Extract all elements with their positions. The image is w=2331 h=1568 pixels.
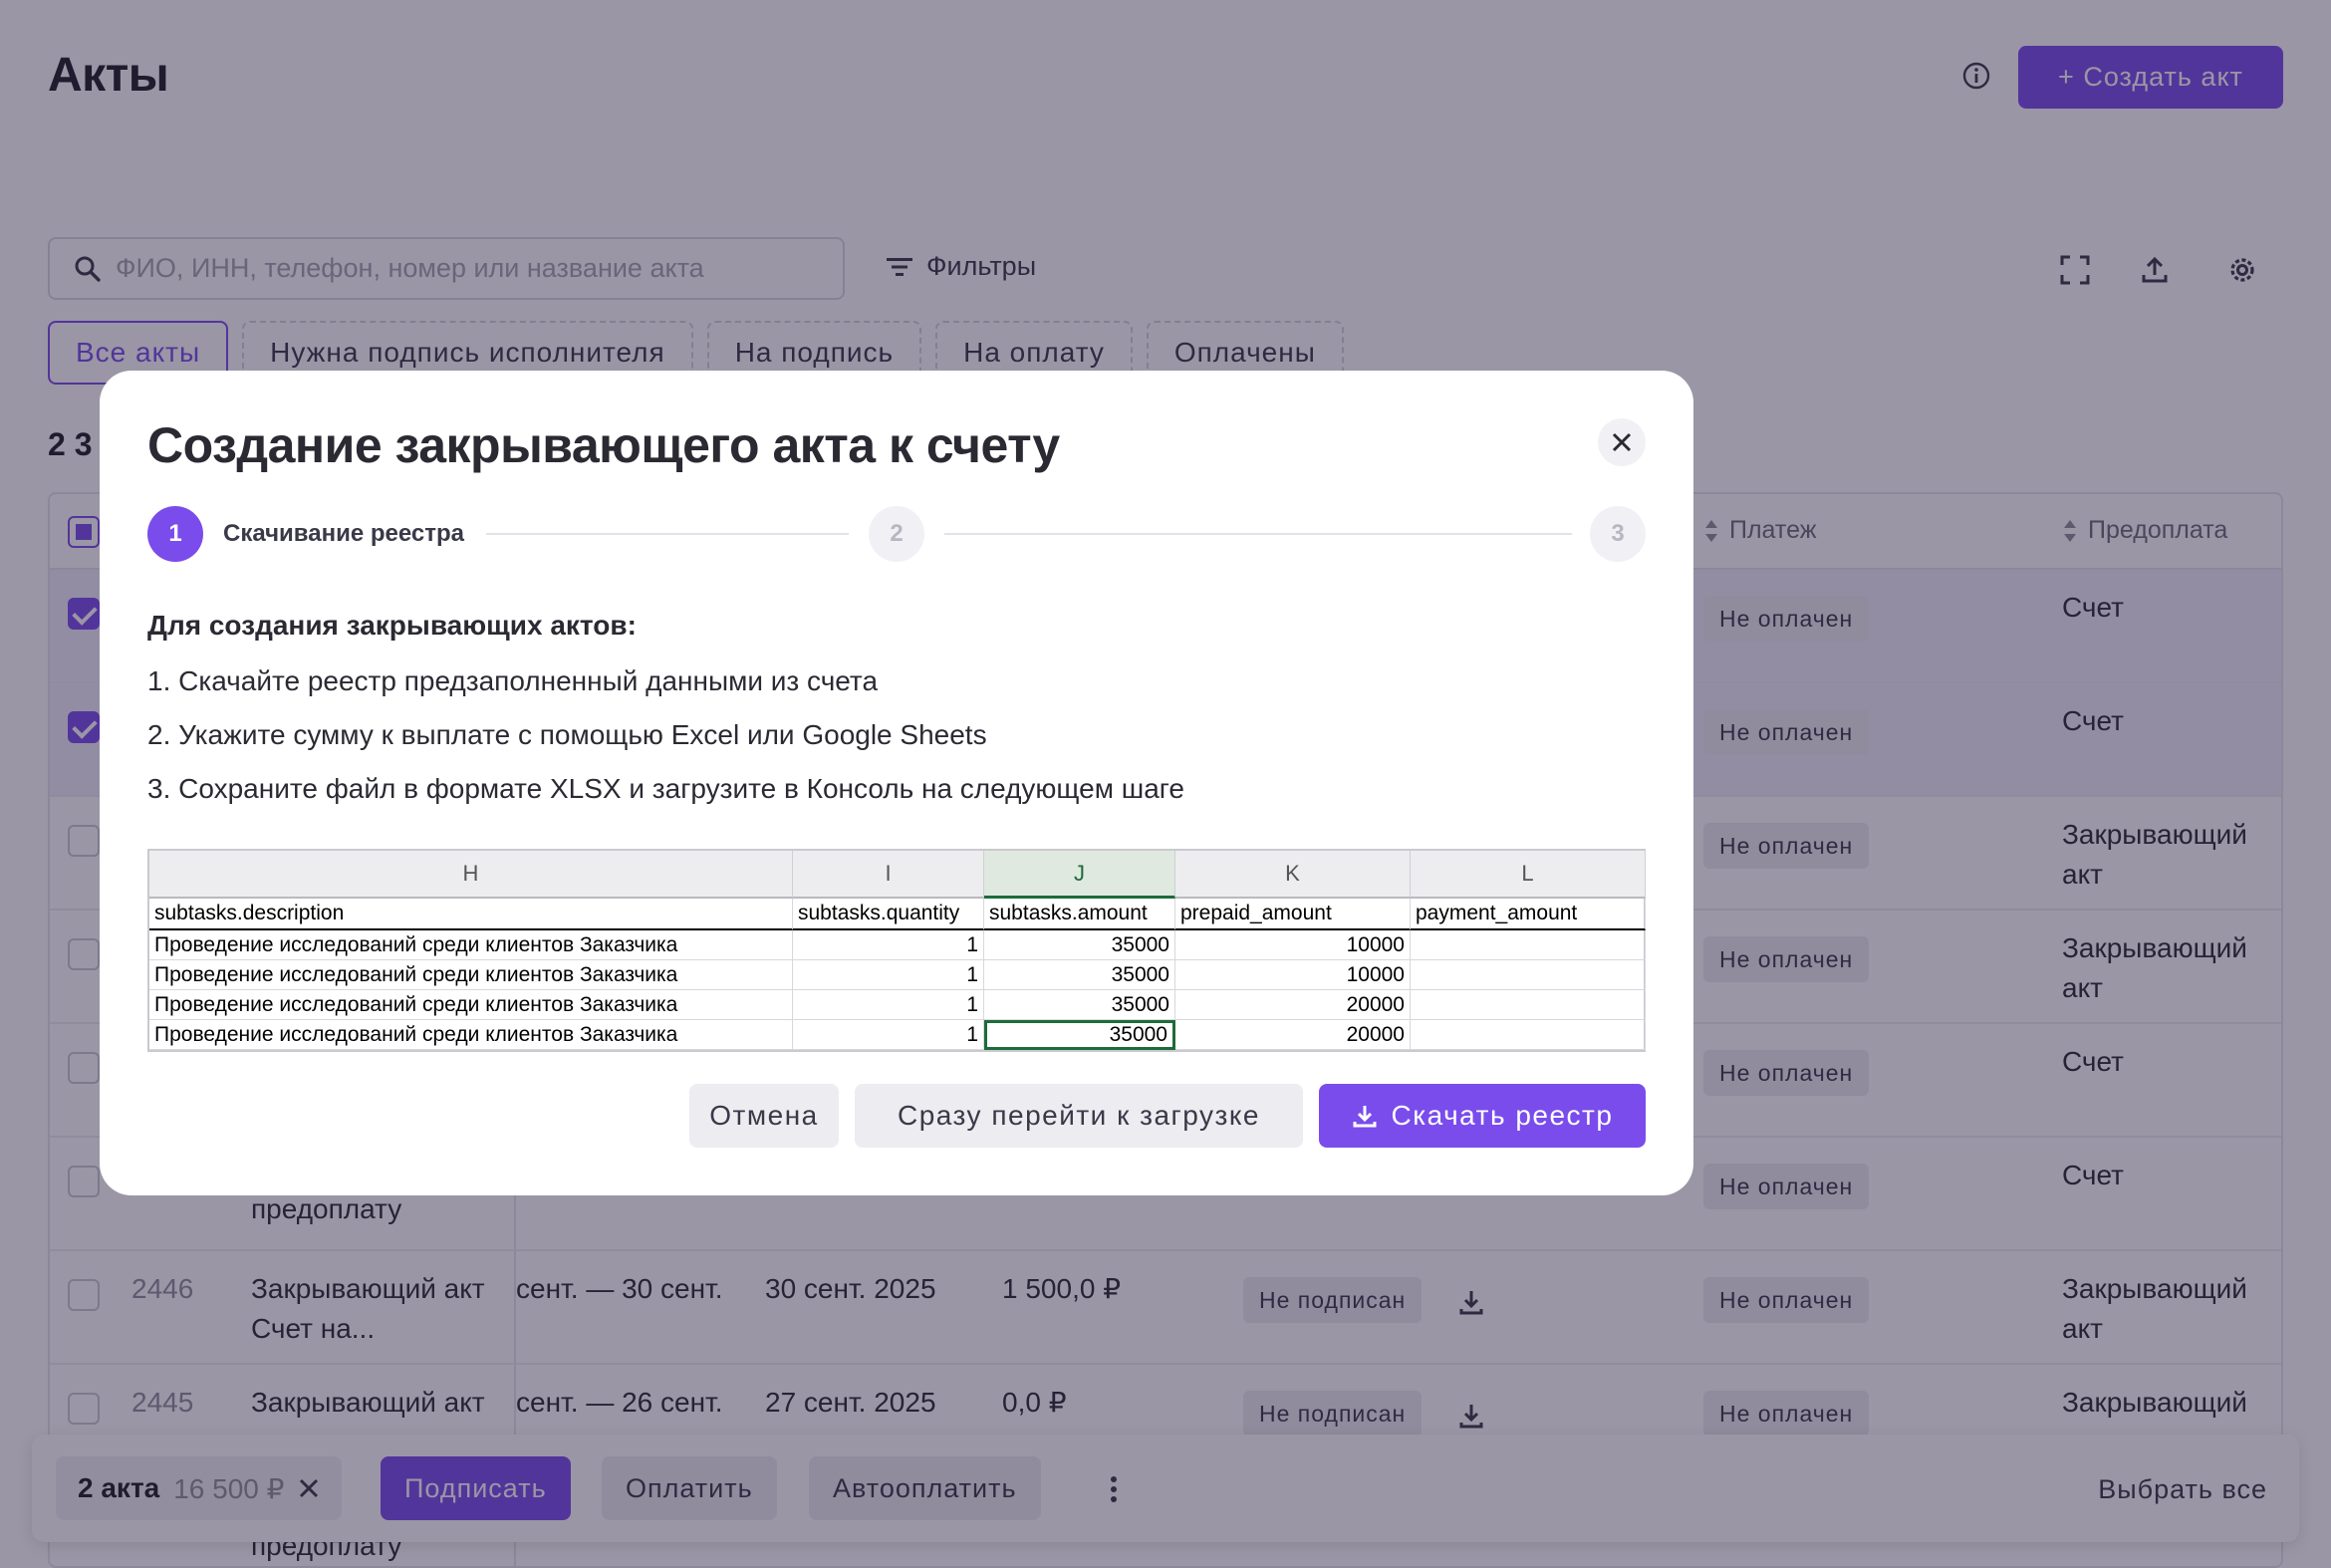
sheet-cell-active: 35000	[984, 1020, 1175, 1050]
download-registry-button[interactable]: Скачать реестр	[1319, 1084, 1646, 1148]
sheet-cell: Проведение исследований среди клиентов З…	[149, 930, 793, 960]
sheet-cell: 10000	[1175, 930, 1411, 960]
sheet-cell: 1	[793, 960, 984, 990]
sheet-header-cell: payment_amount	[1411, 899, 1646, 930]
instruction-item: 3. Сохраните файл в формате XLSX и загру…	[147, 773, 1184, 804]
column-letter: H	[149, 851, 793, 899]
sheet-cell	[1411, 960, 1646, 990]
sheet-cell: Проведение исследований среди клиентов З…	[149, 1020, 793, 1050]
sheet-cell	[1411, 990, 1646, 1020]
instruction-item: 1. Скачайте реестр предзаполненный данны…	[147, 665, 879, 696]
sheet-header-cell: subtasks.amount	[984, 899, 1175, 930]
skip-to-upload-button[interactable]: Сразу перейти к загрузке	[855, 1084, 1303, 1148]
create-closing-act-modal: Создание закрывающего акта к счету 1 Ска…	[100, 371, 1693, 1195]
column-letter: L	[1411, 851, 1646, 899]
sheet-cell: 1	[793, 1020, 984, 1050]
step-connector	[486, 533, 849, 535]
step-2-indicator: 2	[869, 506, 924, 562]
modal-title: Создание закрывающего акта к счету	[147, 417, 1060, 473]
sheet-cell: Проведение исследований среди клиентов З…	[149, 990, 793, 1020]
sheet-cell	[1411, 930, 1646, 960]
instructions: Для создания закрывающих актов: 1. Скача…	[147, 610, 1646, 827]
sheet-cell: Проведение исследований среди клиентов З…	[149, 960, 793, 990]
column-letter: I	[793, 851, 984, 899]
close-button[interactable]	[1598, 418, 1646, 466]
sheet-cell: 35000	[984, 960, 1175, 990]
step-1-indicator: 1	[147, 506, 203, 562]
sheet-cell: 20000	[1175, 990, 1411, 1020]
column-letter: J	[984, 851, 1175, 899]
download-icon	[1353, 1106, 1377, 1128]
stepper: 1 Скачивание реестра 2 3	[147, 506, 1646, 562]
sheet-cell: 20000	[1175, 1020, 1411, 1050]
cancel-button[interactable]: Отмена	[689, 1084, 839, 1148]
sheet-cell: 10000	[1175, 960, 1411, 990]
close-icon	[1612, 432, 1632, 452]
spreadsheet-example-image: H I J K L subtasks.description subtasks.…	[147, 849, 1646, 1052]
sheet-cell: 35000	[984, 930, 1175, 960]
sheet-cell	[1411, 1020, 1646, 1050]
instructions-heading: Для создания закрывающих актов:	[147, 610, 637, 641]
download-registry-label: Скачать реестр	[1391, 1100, 1614, 1131]
sheet-header-cell: prepaid_amount	[1175, 899, 1411, 930]
sheet-cell: 1	[793, 930, 984, 960]
sheet-header-cell: subtasks.description	[149, 899, 793, 930]
step-connector	[944, 533, 1572, 535]
sheet-header-cell: subtasks.quantity	[793, 899, 984, 930]
step-3-indicator: 3	[1590, 506, 1646, 562]
sheet-cell: 35000	[984, 990, 1175, 1020]
sheet-cell: 1	[793, 990, 984, 1020]
step-1-label: Скачивание реестра	[223, 520, 464, 547]
instruction-item: 2. Укажите сумму к выплате с помощью Exc…	[147, 719, 987, 750]
column-letter: K	[1175, 851, 1411, 899]
